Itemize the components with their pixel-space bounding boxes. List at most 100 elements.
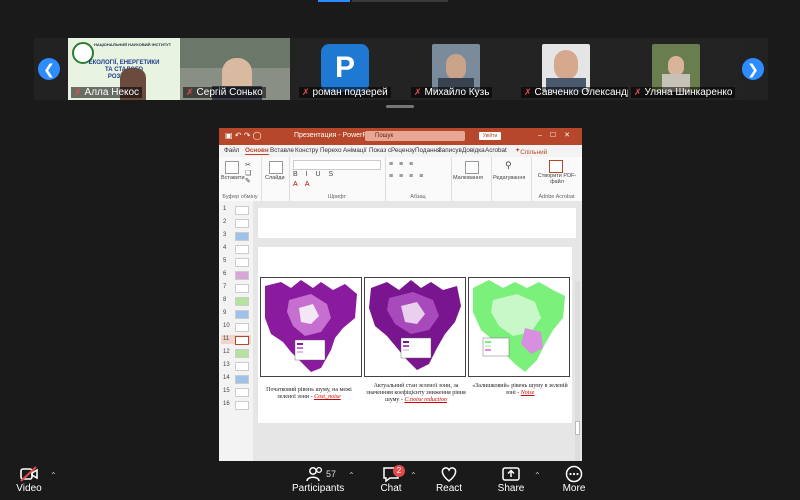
mic-off-icon: ✗ [524,87,532,97]
react-button[interactable]: React [434,465,464,494]
search-icon[interactable]: ⚲ [505,160,512,171]
tab-view[interactable]: Подання [415,147,440,154]
current-slide[interactable]: Початковий рівень шуму, на межі зеленої … [258,247,572,423]
tab-home[interactable]: Основн [245,147,269,155]
slide-thumbnail[interactable]: 1 [221,205,251,215]
tab-slideshow[interactable]: Показ с [369,147,391,154]
slide-thumbnails: 1 2 3 4 5 6 7 8 9 10 11 12 13 14 15 16 [219,201,254,461]
slide-thumbnail[interactable]: 15 [221,387,251,397]
new-slide-icon[interactable] [269,161,283,174]
slide-thumbnail[interactable]: 8 [221,296,251,306]
slide-thumbnail[interactable]: 10 [221,322,251,332]
slides-group: Слайди [261,157,290,201]
pdf-icon[interactable] [549,160,563,173]
participant-tile[interactable]: ✗Савченко Олександр... [518,38,628,100]
slide-thumbnail[interactable]: 16 [221,400,251,410]
caption-initial: Початковий рівень шуму, на межі зеленої … [266,387,352,400]
tab-transitions[interactable]: Перехо [320,147,341,154]
chat-options-caret[interactable]: ⌃ [410,471,417,480]
shapes-icon[interactable] [465,161,479,174]
video-options-caret[interactable]: ⌃ [50,471,57,480]
banner-line: НАЦІОНАЛЬНИЙ НАУКОВИЙ ІНСТИТУТ [94,42,172,47]
font-color-buttons[interactable]: A A [293,181,313,188]
chat-unread-badge: 2 [393,465,405,477]
tab-acrobat[interactable]: Acrobat [485,147,507,154]
paste-icon[interactable] [225,161,239,174]
window-controls[interactable]: –☐✕ [538,131,578,139]
editing-group: ⚲ Редагування [491,157,532,201]
share-screen-button[interactable]: Share [496,465,526,494]
more-button[interactable]: More [560,465,588,494]
tab-animations[interactable]: Анімації [343,147,367,154]
caption-residual: «Залишковий» рівень шуму в зеленій зоні … [472,383,568,396]
tab-help[interactable]: Довідка [462,147,485,154]
previous-page-button[interactable]: ❮ [38,58,60,80]
participant-tile[interactable]: ✗ Сергій Сонько [180,38,290,100]
next-page-button[interactable]: ❯ [742,58,764,80]
clipboard-group: Вставити ✂ ❏ ✎ Буфер обміну [219,157,262,201]
participant-video [432,44,480,92]
share-options-caret[interactable]: ⌃ [534,471,541,480]
participant-tile[interactable]: ✗ Михайло Кузь [408,38,518,100]
font-group: B I U S A A Шрифт [289,157,386,201]
mic-off-icon: ✗ [302,87,310,97]
slide-thumbnail[interactable]: 4 [221,244,251,254]
map-initial-noise [260,277,362,377]
ribbon: Вставити ✂ ❏ ✎ Буфер обміну Слайди B I U S… [219,157,582,202]
create-pdf-label[interactable]: Створити PDF-файл [535,173,579,185]
participant-name: ✗ роман подзерей [299,87,391,98]
tab-record[interactable]: Записув [438,147,462,154]
slide-thumbnail[interactable]: 9 [221,309,251,319]
shared-screen: ▣ ↶ ↷ ◯ Презентация - PowerPoint Пошук У… [219,128,582,461]
participants-icon [306,466,323,482]
slide-thumbnail[interactable]: 5 [221,257,251,267]
tab-insert[interactable]: Вставле [270,147,294,154]
video-button[interactable]: Video [14,465,44,494]
mic-off-icon: ✗ [414,87,422,97]
share-button[interactable]: ✦ Спільний доступ [515,147,547,163]
tab-review[interactable]: Рецензу [391,147,415,154]
banner-line: ЕКОЛОГІЇ, ЕНЕРГЕТИКИ [88,60,160,66]
map-residual-noise [468,277,570,377]
vertical-scrollbar[interactable] [575,281,580,461]
search-input[interactable]: Пошук [365,131,465,141]
list-buttons[interactable]: ≡ ≡ ≡ [389,161,415,168]
autosave-icon[interactable]: ▣ ↶ ↷ ◯ [225,131,262,140]
slide-thumbnail[interactable]: 7 [221,283,251,293]
slide-thumbnail-selected[interactable]: 11 [221,335,251,345]
participants-count: 57 [326,469,337,479]
tab-design[interactable]: Констру [295,147,318,154]
share-screen-icon [502,467,520,481]
resize-handle[interactable] [386,105,414,108]
font-name-field[interactable] [293,160,381,170]
slides-label: Слайди [265,175,285,181]
previous-slide-preview[interactable] [258,208,576,238]
cut-copy-icons[interactable]: ✂ ❏ ✎ [245,161,251,185]
caption-actual: Актуальний стан зеленої зони, за значенн… [366,383,466,403]
participant-video [542,44,590,92]
align-buttons[interactable]: ≡ ≡ ≡ ≡ [389,173,425,180]
caption-link: Noise [520,390,535,396]
drawing-label: Малювання [453,175,484,181]
sign-in-button[interactable]: Увійти [479,132,501,140]
slide-thumbnail[interactable]: 12 [221,348,251,358]
paste-label: Вставити [221,175,245,181]
video-off-icon [20,466,38,482]
editing-label: Редагування [493,175,526,181]
slide-thumbnail[interactable]: 13 [221,361,251,371]
participant-tile[interactable]: P ✗ роман подзерей [296,38,406,100]
slide-thumbnail[interactable]: 3 [221,231,251,241]
paragraph-group: ≡ ≡ ≡ ≡ ≡ ≡ ≡ Абзац [385,157,452,201]
tab-file[interactable]: Файл [224,147,239,154]
slide-thumbnail[interactable]: 2 [221,218,251,228]
slide-canvas[interactable]: Початковий рівень шуму, на межі зеленої … [253,201,582,461]
mic-off-icon: ✗ [186,87,194,97]
slide-thumbnail[interactable]: 14 [221,374,251,384]
caption-link: Cost_noise [314,394,341,400]
participants-options-caret[interactable]: ⌃ [348,471,355,480]
slide-thumbnail[interactable]: 6 [221,270,251,280]
participant-tile[interactable]: ✗ Уляна Шинкаренко [628,38,738,100]
participant-tile[interactable]: НАЦІОНАЛЬНИЙ НАУКОВИЙ ІНСТИТУТ ЕКОЛОГІЇ,… [68,38,180,100]
scroll-thumb[interactable] [575,421,580,435]
font-style-buttons[interactable]: B I U S [293,171,336,178]
